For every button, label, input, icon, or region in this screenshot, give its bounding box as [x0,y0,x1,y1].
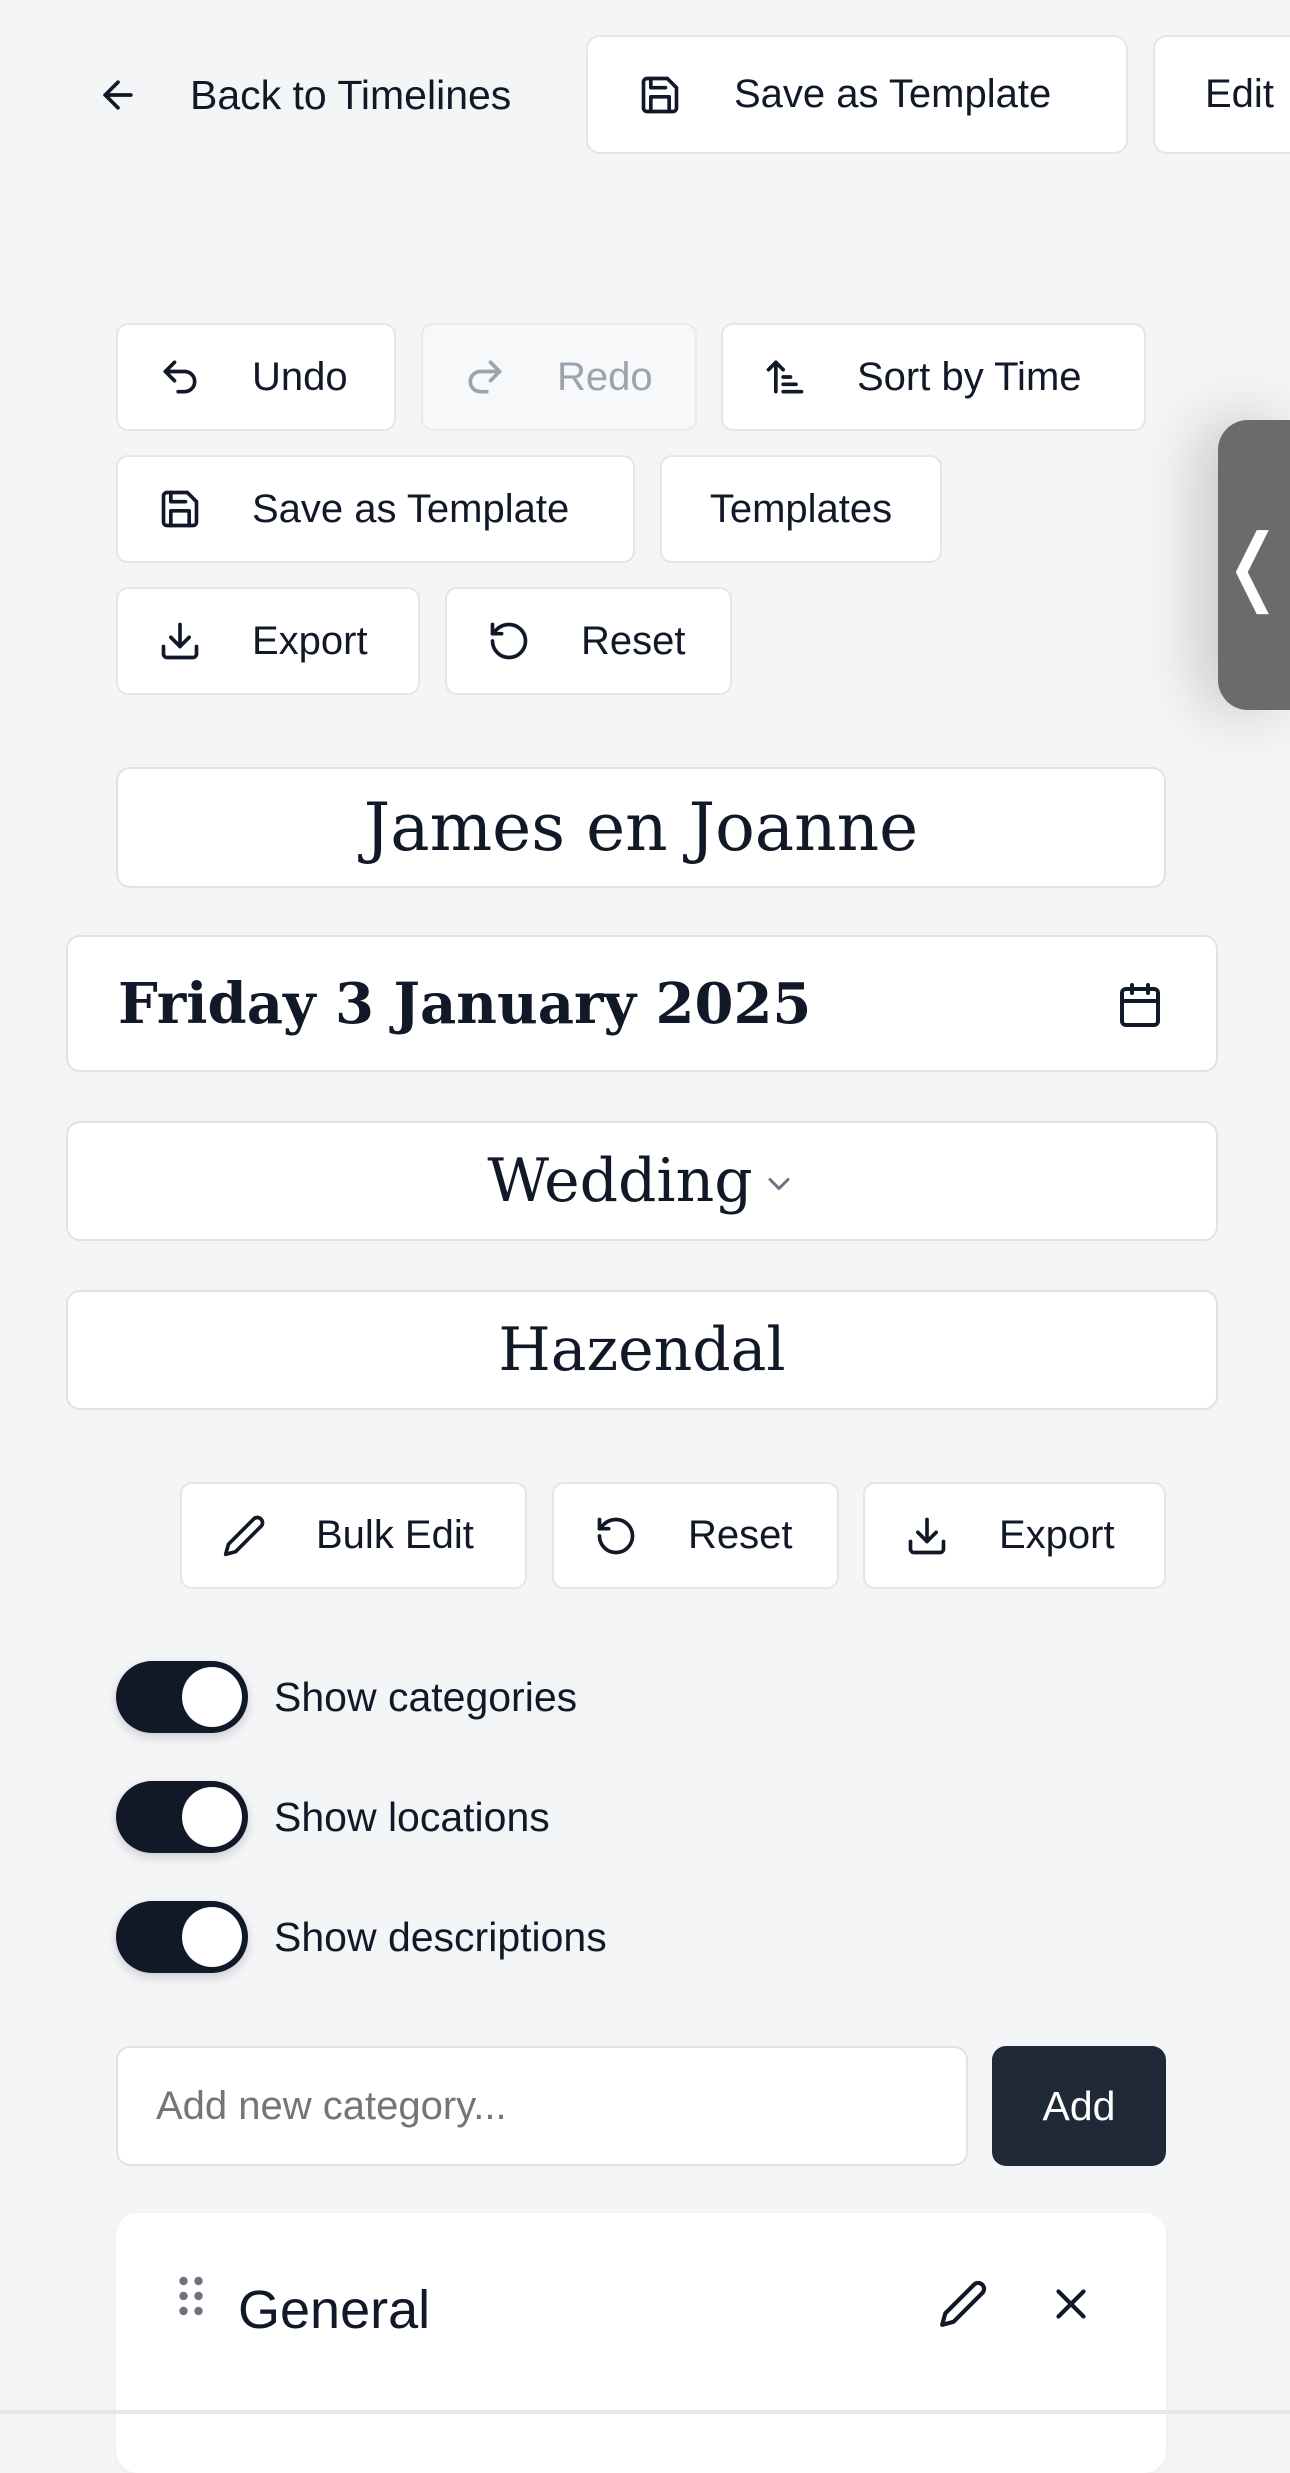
back-label: Back to Timelines [190,71,512,118]
bulk-edit-button[interactable]: Bulk Edit [180,1482,527,1589]
show-descriptions-label: Show descriptions [274,1913,607,1960]
save-icon [158,487,202,531]
undo-icon [158,355,202,399]
toggle-knob [182,1667,242,1727]
save-as-template-top-button[interactable]: Save as Template [586,35,1128,154]
toggle-knob [182,1907,242,1967]
event-date-field[interactable]: Friday 3 January 2025 [66,935,1218,1072]
export-toolbar-button[interactable]: Export [116,587,420,695]
download-icon [905,1514,949,1558]
bottom-divider [0,2410,1290,2414]
show-descriptions-toggle[interactable] [116,1901,248,1973]
templates-label: Templates [709,486,893,531]
toggle-knob [182,1787,242,1847]
event-type-text: Wedding [487,1146,753,1216]
chevron-left-icon: ❬ [1217,516,1289,614]
reset-toolbar-label: Reset [581,618,686,663]
show-categories-label: Show categories [274,1673,578,1720]
venue-field[interactable]: Hazendal [66,1290,1218,1410]
add-category-label: Add [1042,2082,1116,2129]
sidebar-collapse-handle[interactable]: ❬ [1218,420,1290,710]
templates-button[interactable]: Templates [660,455,942,563]
download-icon [158,619,202,663]
export-label: Export [999,1513,1115,1557]
couple-names-field[interactable]: James en Joanne [116,767,1166,888]
edit-button[interactable]: Edit [1153,35,1290,154]
category-card: General [116,2213,1166,2473]
couple-names-text: James en Joanne [363,789,919,866]
pencil-icon [222,1514,266,1558]
reset-button[interactable]: Reset [552,1482,839,1589]
calendar-icon[interactable] [1116,981,1164,1029]
delete-category-icon[interactable] [1046,2279,1096,2329]
arrow-left-icon [96,73,140,117]
toggle-row-locations: Show locations [116,1781,550,1853]
event-date-text: Friday 3 January 2025 [118,970,812,1037]
edit-category-icon[interactable] [938,2279,988,2329]
save-as-template-top-label: Save as Template [734,72,1052,116]
sort-by-time-button[interactable]: Sort by Time [721,323,1146,431]
add-category-button[interactable]: Add [992,2046,1166,2166]
export-toolbar-label: Export [252,618,368,663]
bulk-edit-label: Bulk Edit [316,1513,474,1557]
drag-handle-icon[interactable] [176,2275,206,2317]
show-categories-toggle[interactable] [116,1661,248,1733]
toggle-row-categories: Show categories [116,1661,577,1733]
chevron-down-icon [761,1166,797,1202]
event-type-select[interactable]: Wedding [66,1121,1218,1241]
undo-label: Undo [252,354,348,399]
show-locations-toggle[interactable] [116,1781,248,1853]
redo-button[interactable]: Redo [421,323,697,431]
venue-text: Hazendal [498,1315,786,1385]
toggle-row-descriptions: Show descriptions [116,1901,607,1973]
sort-ascending-icon [763,355,807,399]
rotate-ccw-icon [594,1514,638,1558]
edit-label: Edit [1205,72,1274,116]
save-icon [638,73,682,117]
redo-label: Redo [557,354,653,399]
reset-toolbar-button[interactable]: Reset [445,587,732,695]
save-as-template-button[interactable]: Save as Template [116,455,635,563]
undo-button[interactable]: Undo [116,323,396,431]
save-as-template-label: Save as Template [252,486,570,531]
rotate-ccw-icon [487,619,531,663]
category-name: General [238,2280,431,2340]
new-category-input[interactable] [116,2046,968,2166]
reset-label: Reset [688,1513,793,1557]
export-button[interactable]: Export [863,1482,1166,1589]
show-locations-label: Show locations [274,1793,550,1840]
sort-by-time-label: Sort by Time [857,354,1082,399]
redo-icon [463,355,507,399]
back-to-timelines-link[interactable]: Back to Timelines [96,62,511,128]
